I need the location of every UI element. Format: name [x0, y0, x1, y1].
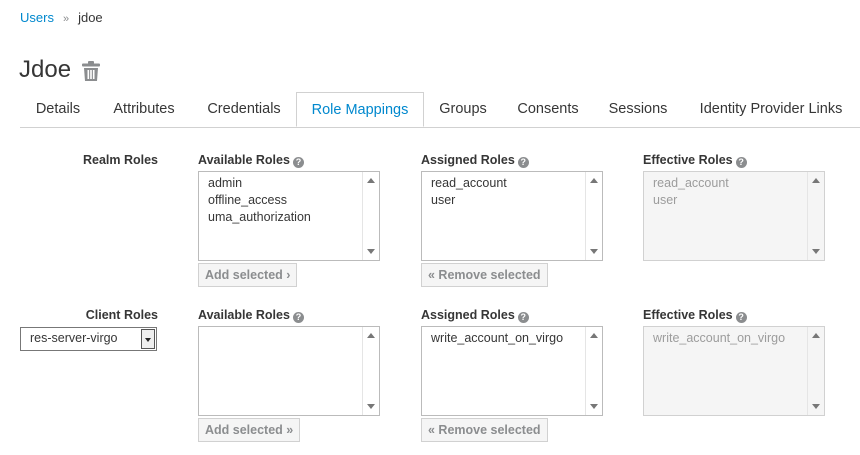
tab-credentials[interactable]: Credentials: [192, 92, 296, 127]
client-remove-selected-button[interactable]: « Remove selected: [421, 418, 548, 442]
realm-effective-label: Effective Roles?: [643, 153, 747, 168]
list-item: write_account_on_virgo: [653, 331, 786, 345]
scrollbar[interactable]: [362, 327, 379, 415]
list-item: read_account: [653, 176, 729, 190]
tab-details[interactable]: Details: [20, 92, 96, 127]
client-effective-label: Effective Roles?: [643, 308, 747, 323]
tab-consents[interactable]: Consents: [502, 92, 594, 127]
scroll-down-icon[interactable]: [590, 249, 598, 254]
trash-icon[interactable]: [82, 61, 100, 84]
scroll-down-icon: [812, 249, 820, 254]
client-assigned-label-text: Assigned Roles: [421, 308, 515, 322]
scroll-down-icon: [812, 404, 820, 409]
tab-groups[interactable]: Groups: [424, 92, 502, 127]
client-effective-label-text: Effective Roles: [643, 308, 733, 322]
realm-available-roles-list[interactable]: admin offline_access uma_authorization: [198, 171, 380, 261]
help-icon[interactable]: ?: [735, 157, 747, 168]
client-effective-roles-list: write_account_on_virgo: [643, 326, 825, 416]
client-available-roles-list[interactable]: [198, 326, 380, 416]
page-title: Jdoe: [19, 56, 72, 83]
breadcrumb-current: jdoe: [78, 10, 103, 25]
scroll-up-icon[interactable]: [367, 178, 375, 183]
client-add-selected-button[interactable]: Add selected »: [198, 418, 301, 442]
client-available-label-text: Available Roles: [198, 308, 290, 322]
realm-roles-label: Realm Roles: [82, 153, 158, 167]
client-roles-label: Client Roles: [85, 308, 158, 322]
realm-assigned-label-text: Assigned Roles: [421, 153, 515, 167]
client-available-label: Available Roles?: [198, 308, 304, 323]
realm-remove-selected-button[interactable]: « Remove selected: [421, 263, 548, 287]
realm-assigned-label: Assigned Roles?: [421, 153, 529, 168]
client-select-value: res-server-virgo: [30, 331, 118, 345]
scrollbar: [807, 327, 824, 415]
help-icon[interactable]: ?: [517, 157, 529, 168]
list-item[interactable]: uma_authorization: [208, 209, 311, 226]
list-item[interactable]: read_account: [431, 175, 507, 192]
tab-attributes[interactable]: Attributes: [96, 92, 192, 127]
list-item[interactable]: admin: [208, 175, 311, 192]
tab-bar: Details Attributes Credentials Role Mapp…: [20, 92, 860, 128]
scroll-up-icon[interactable]: [367, 333, 375, 338]
scroll-up-icon: [812, 333, 820, 338]
client-assigned-label: Assigned Roles?: [421, 308, 529, 323]
realm-effective-roles-list: read_account user: [643, 171, 825, 261]
list-item[interactable]: write_account_on_virgo: [431, 330, 563, 347]
tab-role-mappings[interactable]: Role Mappings: [296, 92, 424, 127]
client-select[interactable]: res-server-virgo: [20, 327, 157, 351]
breadcrumb-separator: »: [62, 13, 70, 25]
help-icon[interactable]: ?: [517, 312, 529, 323]
help-icon[interactable]: ?: [292, 157, 304, 168]
scrollbar[interactable]: [362, 172, 379, 260]
scrollbar[interactable]: [585, 327, 602, 415]
realm-available-label-text: Available Roles: [198, 153, 290, 167]
scroll-down-icon[interactable]: [367, 249, 375, 254]
realm-effective-label-text: Effective Roles: [643, 153, 733, 167]
realm-available-label: Available Roles?: [198, 153, 304, 168]
scrollbar[interactable]: [585, 172, 602, 260]
help-icon[interactable]: ?: [292, 312, 304, 323]
scroll-down-icon[interactable]: [590, 404, 598, 409]
realm-assigned-roles-list[interactable]: read_account user: [421, 171, 603, 261]
help-icon[interactable]: ?: [735, 312, 747, 323]
list-item[interactable]: user: [431, 192, 507, 209]
scroll-up-icon: [812, 178, 820, 183]
scroll-up-icon[interactable]: [590, 333, 598, 338]
breadcrumb: Users » jdoe: [20, 10, 103, 25]
chevron-down-icon[interactable]: [141, 329, 155, 349]
realm-add-selected-button[interactable]: Add selected ›: [198, 263, 298, 287]
client-assigned-roles-list[interactable]: write_account_on_virgo: [421, 326, 603, 416]
scroll-down-icon[interactable]: [367, 404, 375, 409]
list-item: user: [653, 193, 678, 207]
scroll-up-icon[interactable]: [590, 178, 598, 183]
tab-sessions[interactable]: Sessions: [594, 92, 682, 127]
tab-identity-provider-links[interactable]: Identity Provider Links: [682, 92, 860, 127]
breadcrumb-users-link[interactable]: Users: [20, 10, 54, 25]
list-item[interactable]: offline_access: [208, 192, 311, 209]
scrollbar: [807, 172, 824, 260]
